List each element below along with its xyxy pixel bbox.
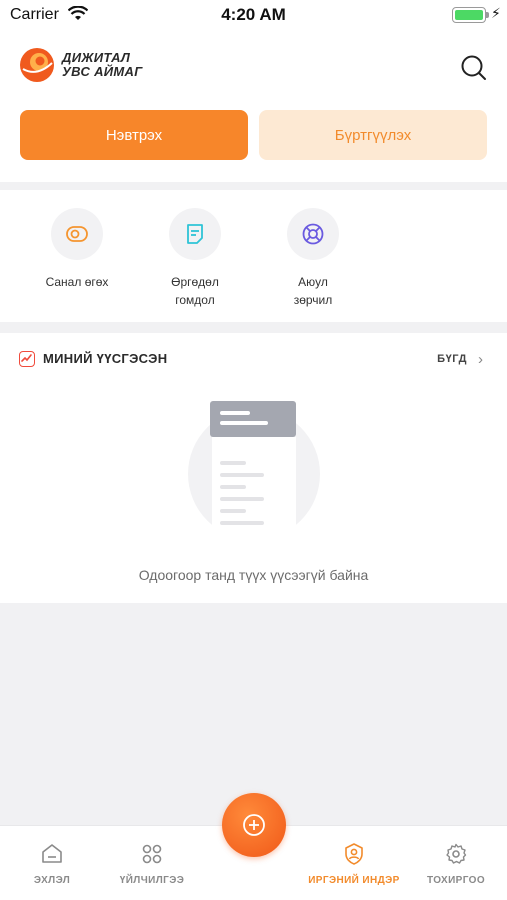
quick-actions: Санал өгөх Өргөдөл гомдол Аюул зөрчил	[0, 190, 507, 322]
plus-circle-icon	[243, 814, 265, 836]
quick-action-label: Өргөдөл гомдол	[171, 275, 219, 307]
quick-action-petition[interactable]: Өргөдөл гомдол	[140, 208, 250, 309]
tab-citizen-forum[interactable]: ИРГЭНИЙ ИНДЭР	[306, 842, 402, 886]
top-area: Carrier 4:20 AM ⚡ ДИЖИТАЛ УВС АЙМАГ Нэвт…	[0, 0, 507, 182]
tab-home[interactable]: ЭХЛЭЛ	[4, 842, 100, 886]
charging-icon: ⚡	[491, 5, 501, 21]
my-history-section: МИНИЙ ҮҮСГЭСЭН БҮГД › Одоогоор танд түүх…	[0, 333, 507, 603]
citizen-icon	[345, 843, 363, 865]
tab-services[interactable]: ҮЙЛЧИЛГЭЭ	[104, 842, 200, 886]
tab-label: ҮЙЛЧИЛГЭЭ	[119, 875, 185, 886]
quick-action-danger[interactable]: Аюул зөрчил	[258, 208, 368, 309]
document-icon	[169, 208, 221, 260]
empty-state-text: Одоогоор танд түүх үүсээгүй байна	[138, 567, 369, 583]
grid-icon	[142, 844, 162, 864]
quick-action-feedback[interactable]: Санал өгөх	[22, 208, 132, 291]
login-button[interactable]: Нэвтрэх	[20, 110, 248, 160]
tab-label: ТОХИРГОО	[426, 875, 486, 886]
eye-icon	[51, 208, 103, 260]
app-logo	[20, 48, 54, 82]
section-title: МИНИЙ ҮҮСГЭСЭН	[43, 351, 168, 366]
trend-icon	[19, 351, 35, 367]
view-all-link[interactable]: БҮГД	[437, 353, 467, 365]
clock: 4:20 AM	[221, 5, 286, 24]
brand-line-1: ДИЖИТАЛ	[62, 50, 131, 65]
gear-icon	[446, 843, 467, 864]
tab-label: ИРГЭНИЙ ИНДЭР	[308, 875, 400, 886]
tab-settings[interactable]: ТОХИРГОО	[408, 842, 504, 886]
brand-name: ДИЖИТАЛ УВС АЙМАГ	[62, 51, 143, 79]
battery-tip	[486, 12, 489, 18]
create-fab-button[interactable]	[222, 793, 286, 857]
chevron-right-icon[interactable]: ›	[478, 351, 483, 368]
brand-line-2: УВС АЙМАГ	[62, 64, 143, 79]
register-button[interactable]: Бүртгүүлэх	[259, 110, 487, 160]
battery-icon	[452, 7, 486, 23]
quick-action-label: Санал өгөх	[45, 275, 109, 289]
home-icon	[42, 844, 62, 863]
lifebuoy-icon	[287, 208, 339, 260]
quick-action-label: Аюул зөрчил	[293, 275, 333, 307]
tab-label: ЭХЛЭЛ	[33, 875, 71, 886]
empty-state-illustration	[186, 401, 322, 529]
status-bar: Carrier 4:20 AM ⚡	[0, 0, 507, 30]
search-icon[interactable]	[458, 52, 490, 84]
